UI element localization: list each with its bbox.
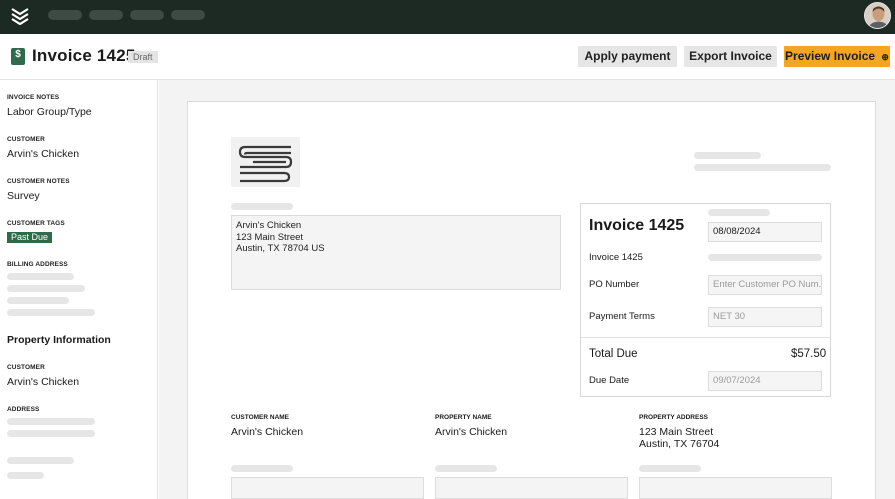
top-nav-bar [0,0,895,34]
preview-circle-icon: ⊕ [881,52,889,62]
field-label-placeholder [435,465,497,472]
customer-value[interactable]: Arvin's Chicken [7,148,79,160]
address-line-1: Arvin's Chicken [236,220,302,231]
billing-address-placeholder [7,297,69,304]
payment-terms-select[interactable]: NET 30 [708,307,822,327]
card-divider [581,337,830,338]
address-placeholder [7,418,95,425]
sidebar-placeholder [7,457,74,464]
total-due-label: Total Due [589,348,638,360]
bill-to-address-box[interactable]: Arvin's Chicken 123 Main Street Austin, … [231,215,561,290]
due-date-label: Due Date [589,375,630,386]
invoice-notes-label: Invoice Notes [7,94,60,101]
bottom-field-3[interactable] [639,477,832,499]
invoice-notes-value: Labor Group/Type [7,106,92,118]
invoice-number-label: Invoice 1425 [589,252,643,263]
payment-terms-label: Payment Terms [589,311,655,322]
address-label: Address [7,406,40,413]
nav-tab-4[interactable] [171,10,205,20]
invoice-date-field[interactable]: 08/08/2024 [708,222,822,242]
customer-name-value: Arvin's Chicken [231,426,304,438]
invoice-document-icon: $ [11,48,25,65]
po-number-input[interactable]: Enter Customer PO Num... [708,275,822,295]
billing-address-placeholder [7,285,85,292]
address-line-2: 123 Main Street [236,231,304,243]
address-line-3: Austin, TX 78704 US [236,243,325,254]
property-information-heading: Property Information [7,334,111,346]
field-label-placeholder [639,465,701,472]
po-number-label: PO Number [589,279,640,290]
date-label-placeholder [708,209,770,216]
customer-notes-value: Survey [7,190,40,202]
address-header-placeholder [231,203,293,210]
customer-tags-label: Customer Tags [7,220,65,227]
preview-invoice-label: Preview Invoice [785,49,876,63]
property-address-line-1: 123 Main Street [639,426,714,438]
bottom-field-2[interactable] [435,477,628,499]
page-header: $ Invoice 1425 Draft Apply payment Expor… [0,34,895,80]
company-logo-mark [238,145,293,183]
preview-invoice-button[interactable]: Preview Invoice ⊕ [784,46,890,67]
field-label-placeholder [231,465,293,472]
past-due-tag: Past Due [7,232,53,243]
address-placeholder [7,430,95,437]
nav-tab-2[interactable] [89,10,123,20]
billing-address-placeholder [7,273,74,280]
invoice-card-title: Invoice 1425 [589,217,685,234]
property-customer-label: Customer [7,364,45,371]
layers-icon[interactable] [11,7,29,25]
company-info-placeholder [694,152,761,159]
customer-notes-label: Customer Notes [7,178,70,185]
user-avatar[interactable] [864,2,891,29]
billing-address-label: Billing Address [7,261,68,268]
property-name-value: Arvin's Chicken [435,426,508,438]
property-name-label: Property Name [435,414,492,421]
total-due-value: $57.50 [791,348,827,360]
bottom-field-1[interactable] [231,477,424,499]
apply-payment-button[interactable]: Apply payment [578,46,677,67]
status-badge: Draft [128,51,158,63]
invoice-number-placeholder [708,254,822,261]
due-date-field[interactable]: 09/07/2024 [708,371,822,391]
sidebar-placeholder [7,472,44,479]
nav-tab-3[interactable] [130,10,164,20]
company-info-placeholder [694,164,831,171]
page-title: Invoice 1425 [32,46,136,65]
company-logo[interactable] [231,137,300,187]
property-customer-value[interactable]: Arvin's Chicken [7,376,79,388]
customer-label: Customer [7,136,45,143]
property-address-line-2: Austin, TX 76704 [639,438,720,450]
billing-address-placeholder [7,309,95,316]
customer-name-label: Customer Name [231,414,290,421]
export-invoice-button[interactable]: Export Invoice [684,46,777,67]
nav-tab-1[interactable] [48,10,82,20]
property-address-label: Property Address [639,414,708,421]
